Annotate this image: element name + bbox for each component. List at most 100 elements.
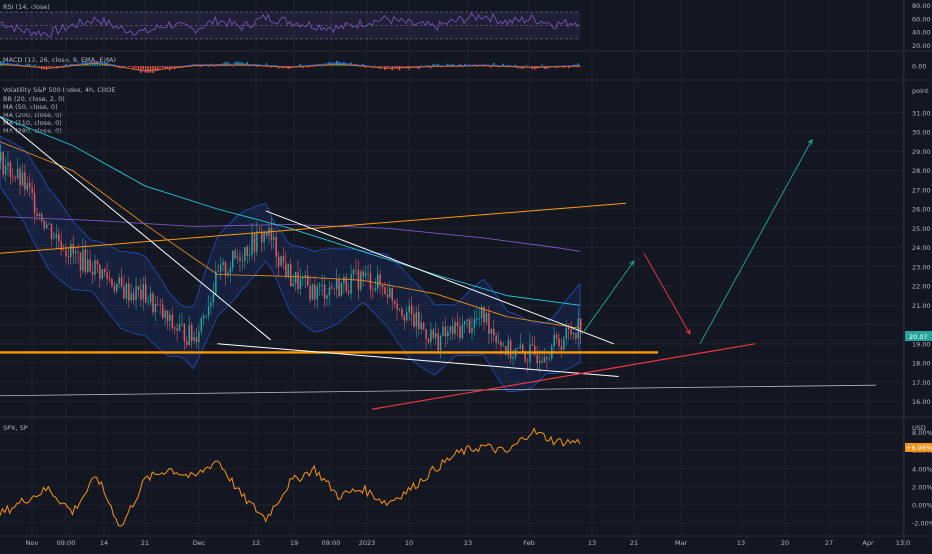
candle-body xyxy=(415,311,418,327)
candle-body xyxy=(398,309,401,310)
candle-body xyxy=(505,346,507,356)
candle-body xyxy=(367,272,369,274)
candle-body xyxy=(142,284,145,300)
chart-canvas[interactable]: RSI (14, close) MACD (12, 26, close, 9, … xyxy=(0,0,932,550)
candle-body xyxy=(130,293,132,301)
candle-body xyxy=(222,261,224,266)
candle-body xyxy=(422,322,425,330)
candle-body xyxy=(374,288,377,291)
candle-body xyxy=(565,327,567,340)
macd-histogram-bar xyxy=(140,66,142,73)
candle-body xyxy=(101,269,103,279)
macd-histogram-bar xyxy=(514,64,517,66)
price-axis-tick: 31.00 xyxy=(912,109,931,117)
macd-histogram-bar xyxy=(79,65,82,67)
candle-body xyxy=(497,341,500,343)
candle-body xyxy=(21,172,24,186)
rsi-title: RSI (14, close) xyxy=(3,3,50,11)
candle-body xyxy=(195,336,198,343)
candle-body xyxy=(258,231,261,232)
candle-body xyxy=(444,326,447,337)
legend-bb: BB (20, close, 2, 0) xyxy=(3,95,65,103)
candle-body xyxy=(456,321,459,327)
candle-body xyxy=(306,275,309,286)
candle-body xyxy=(106,272,108,279)
candle-body xyxy=(135,286,137,301)
candle-body xyxy=(502,346,505,347)
macd-histogram-bar xyxy=(147,66,149,73)
candle-body xyxy=(476,318,478,320)
candle-body xyxy=(471,327,473,333)
candle-body xyxy=(79,252,82,271)
candle-body xyxy=(31,187,33,193)
candle-body xyxy=(432,329,435,338)
time-axis-tick: 21 xyxy=(630,539,638,547)
candle-body xyxy=(299,278,302,290)
time-axis-tick: 12 xyxy=(252,539,260,547)
candle-body xyxy=(96,260,99,265)
time-axis-tick: 09:00 xyxy=(57,539,76,547)
candle-body xyxy=(526,361,529,362)
macd-histogram-bar xyxy=(524,65,526,67)
candle-body xyxy=(437,333,439,351)
price-axis-tick: 18.00 xyxy=(912,360,931,368)
candle-body xyxy=(87,259,89,273)
macd-histogram-bar xyxy=(526,65,529,66)
last-price-label: 20.07 xyxy=(909,333,928,341)
macd-histogram-bar xyxy=(157,66,159,71)
candle-body xyxy=(217,271,219,273)
candle-body xyxy=(418,311,420,330)
candle-body xyxy=(393,300,396,304)
candle-body xyxy=(323,284,326,299)
candle-body xyxy=(128,283,130,301)
candle-body xyxy=(116,283,118,291)
candle-body xyxy=(519,344,522,349)
candle-body xyxy=(19,168,21,186)
spx-axis-tick: 2.00% xyxy=(912,483,932,491)
candle-body xyxy=(58,233,60,242)
time-axis-tick: Apr xyxy=(862,539,874,547)
candle-body xyxy=(176,328,178,331)
candle-body xyxy=(111,278,113,287)
candle-body xyxy=(33,192,36,214)
candle-body xyxy=(386,294,389,298)
candle-body xyxy=(372,289,374,291)
candle-body xyxy=(517,348,519,349)
candle-body xyxy=(38,214,41,217)
candle-body xyxy=(546,357,548,360)
candle-body xyxy=(108,278,111,280)
candle-body xyxy=(113,286,116,291)
macd-histogram-bar xyxy=(149,66,152,73)
candle-body xyxy=(261,231,263,243)
candle-body xyxy=(287,264,290,277)
candle-body xyxy=(147,302,149,303)
rsi-axis-tick: 80.00 xyxy=(912,2,931,10)
spx-axis-tick: 0.00% xyxy=(912,502,932,510)
macd-histogram-bar xyxy=(374,65,376,67)
candle-body xyxy=(169,314,171,321)
price-axis-tick: 26.00 xyxy=(912,206,931,214)
macd-histogram-bar xyxy=(82,62,84,66)
spx-last-label: +6.96% xyxy=(906,444,932,452)
time-axis[interactable]: Nov 09:00 14 21 Dec 12 19 09:00 2023 10 23 Feb 13 21 M… xyxy=(26,539,911,547)
macd-histogram-bar xyxy=(159,66,161,68)
macd-histogram-bar xyxy=(389,66,391,68)
candle-body xyxy=(154,303,157,313)
candle-body xyxy=(413,314,415,327)
rsi-axis-tick: 20.00 xyxy=(912,42,931,50)
candle-body xyxy=(451,326,454,334)
candle-body xyxy=(485,312,488,323)
candle-body xyxy=(273,237,275,240)
candle-body xyxy=(338,279,340,297)
candle-body xyxy=(335,279,338,290)
candle-body xyxy=(461,324,464,338)
macd-histogram-bar xyxy=(229,65,231,67)
candle-body xyxy=(103,269,106,273)
time-axis-tick: 2023 xyxy=(359,539,376,547)
candle-body xyxy=(490,328,493,334)
candle-body xyxy=(157,303,159,305)
time-axis-tick: 13 xyxy=(737,539,745,547)
candle-body xyxy=(538,360,541,363)
candle-body xyxy=(396,303,398,310)
candle-body xyxy=(575,332,577,339)
